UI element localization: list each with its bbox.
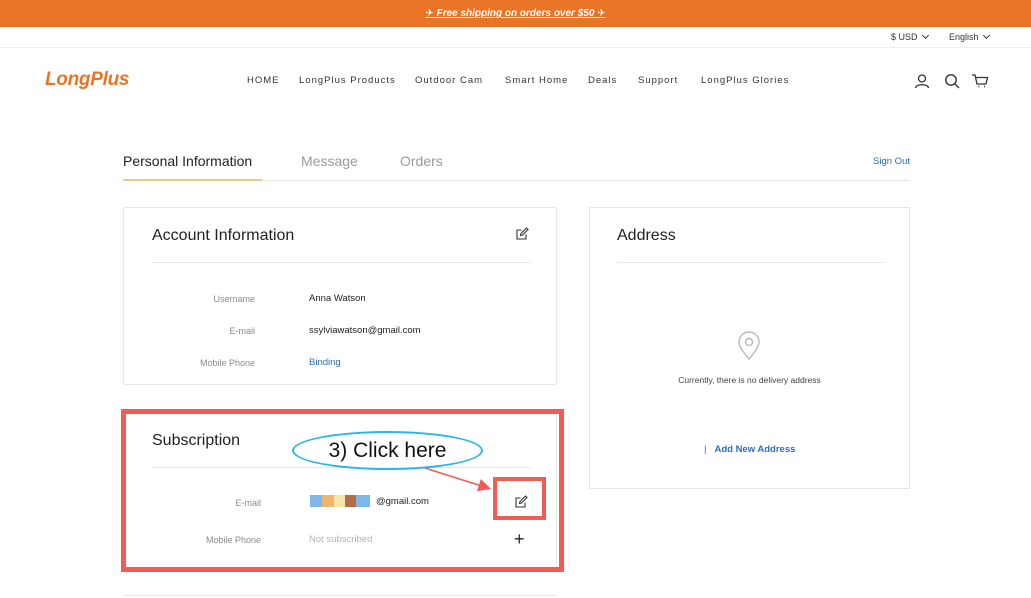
nav-item-outdoor-cam[interactable]: Outdoor Cam [415, 75, 483, 86]
location-pin-icon [738, 331, 760, 361]
account-information-title: Account Information [152, 227, 295, 244]
edit-icon-highlight-box [493, 477, 546, 520]
add-new-address-label: Add New Address [714, 444, 796, 455]
tab-orders[interactable]: Orders [400, 153, 443, 169]
chevron-down-icon [921, 31, 929, 40]
nav-item-deals[interactable]: Deals [588, 75, 617, 86]
username-label: Username [213, 294, 255, 304]
sign-out-link[interactable]: Sign Out [873, 156, 910, 167]
card-divider [617, 262, 884, 263]
nav-item-smart-home[interactable]: Smart Home [505, 75, 568, 86]
language-selector[interactable]: English [949, 31, 990, 42]
address-title: Address [617, 227, 676, 244]
promo-link[interactable]: ✈ Free shipping on orders over $50 ✈ [425, 8, 605, 19]
account-tabs: Personal Information Message Orders Sign… [123, 148, 910, 181]
cart-icon[interactable] [971, 72, 989, 90]
utility-bar: $ USD English [0, 28, 1031, 48]
nav-item-home[interactable]: HOME [247, 75, 280, 86]
language-label: English [949, 32, 979, 42]
search-icon[interactable] [943, 72, 961, 90]
edit-icon[interactable] [515, 227, 529, 241]
currency-label: $ USD [891, 32, 918, 42]
mobile-binding-link[interactable]: Binding [309, 357, 341, 368]
currency-selector[interactable]: $ USD [891, 31, 929, 42]
add-address-bar: | [704, 444, 707, 455]
chevron-down-icon [982, 31, 990, 40]
card-divider [152, 262, 531, 263]
next-card-edge [123, 595, 557, 596]
mobile-phone-label: Mobile Phone [199, 358, 255, 368]
add-new-address-button[interactable]: | Add New Address [704, 444, 795, 455]
logo[interactable]: LongPlus [45, 69, 129, 91]
nav-item-products[interactable]: LongPlus Products [299, 75, 396, 86]
user-icon[interactable] [913, 72, 931, 90]
username-value: Anna Watson [309, 293, 366, 304]
account-information-card: Account Information Username Anna Watson… [123, 207, 557, 385]
email-value: ssylviawatson@gmail.com [309, 325, 421, 336]
tab-personal-information[interactable]: Personal Information [123, 153, 252, 169]
nav-item-glories[interactable]: LongPlus Glories [701, 75, 789, 86]
email-label: E-mail [229, 326, 255, 336]
click-here-callout: 3) Click here [292, 431, 483, 470]
promo-banner: ✈ Free shipping on orders over $50 ✈ [0, 0, 1031, 27]
active-tab-indicator [123, 179, 262, 181]
no-address-message: Currently, there is no delivery address [678, 375, 821, 385]
nav-item-support[interactable]: Support [638, 75, 678, 86]
tab-message[interactable]: Message [301, 153, 358, 169]
